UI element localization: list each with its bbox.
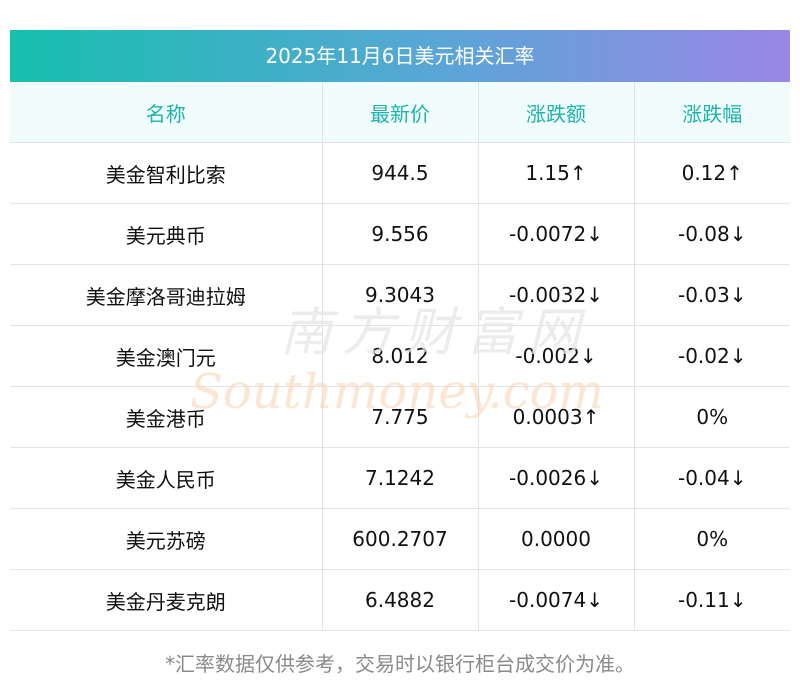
column-header-name: 名称 xyxy=(10,82,323,143)
table-row: 美金智利比索 944.5 1.15↑ 0.12↑ xyxy=(10,142,790,204)
column-header-change: 涨跌额 xyxy=(478,82,635,143)
price-change: 0.0000 xyxy=(478,508,635,570)
exchange-rate-table: 名称 最新价 涨跌额 涨跌幅 美金智利比索 944.5 1.15↑ 0.12↑ 美元典币… xyxy=(10,82,790,631)
disclaimer-footnote: *汇率数据仅供参考，交易时以银行柜台成交价为准。 xyxy=(165,652,635,676)
currency-name: 美元苏磅 xyxy=(10,508,323,570)
currency-name: 美金澳门元 xyxy=(10,325,323,387)
currency-name: 美元典币 xyxy=(10,203,323,265)
table-row: 美金澳门元 8.012 -0.002↓ -0.02↓ xyxy=(10,325,790,387)
price-change: -0.0072↓ xyxy=(478,203,635,265)
price-change: -0.0074↓ xyxy=(478,569,635,631)
currency-name: 美金人民币 xyxy=(10,447,323,509)
table-body: 美金智利比索 944.5 1.15↑ 0.12↑ 美元典币 9.556 -0.0072↓ -0… xyxy=(10,142,790,631)
latest-price: 9.556 xyxy=(322,203,479,265)
table-row: 美元苏磅 600.2707 0.0000 0% xyxy=(10,508,790,570)
table-row: 美金摩洛哥迪拉姆 9.3043 -0.0032↓ -0.03↓ xyxy=(10,264,790,326)
column-header-percent: 涨跌幅 xyxy=(634,82,790,143)
currency-name: 美金港币 xyxy=(10,386,323,448)
price-change: -0.0026↓ xyxy=(478,447,635,509)
table-row: 美金港币 7.775 0.0003↑ 0% xyxy=(10,386,790,448)
percent-change: -0.11↓ xyxy=(634,569,790,631)
page-title: 2025年11月6日美元相关汇率 xyxy=(10,30,790,82)
percent-change: 0% xyxy=(634,386,790,448)
price-change: -0.0032↓ xyxy=(478,264,635,326)
latest-price: 8.012 xyxy=(322,325,479,387)
price-change: 1.15↑ xyxy=(478,142,635,204)
percent-change: -0.04↓ xyxy=(634,447,790,509)
latest-price: 9.3043 xyxy=(322,264,479,326)
percent-change: 0% xyxy=(634,508,790,570)
table-row: 美元典币 9.556 -0.0072↓ -0.08↓ xyxy=(10,203,790,265)
table-row: 美金丹麦克朗 6.4882 -0.0074↓ -0.11↓ xyxy=(10,569,790,631)
table-row: 美金人民币 7.1242 -0.0026↓ -0.04↓ xyxy=(10,447,790,509)
price-change: -0.002↓ xyxy=(478,325,635,387)
latest-price: 7.1242 xyxy=(322,447,479,509)
table-header-row: 名称 最新价 涨跌额 涨跌幅 xyxy=(10,82,790,143)
latest-price: 7.775 xyxy=(322,386,479,448)
column-header-price: 最新价 xyxy=(322,82,479,143)
currency-name: 美金智利比索 xyxy=(10,142,323,204)
currency-name: 美金摩洛哥迪拉姆 xyxy=(10,264,323,326)
percent-change: -0.03↓ xyxy=(634,264,790,326)
currency-name: 美金丹麦克朗 xyxy=(10,569,323,631)
price-change: 0.0003↑ xyxy=(478,386,635,448)
latest-price: 600.2707 xyxy=(322,508,479,570)
latest-price: 6.4882 xyxy=(322,569,479,631)
percent-change: 0.12↑ xyxy=(634,142,790,204)
latest-price: 944.5 xyxy=(322,142,479,204)
percent-change: -0.08↓ xyxy=(634,203,790,265)
percent-change: -0.02↓ xyxy=(634,325,790,387)
